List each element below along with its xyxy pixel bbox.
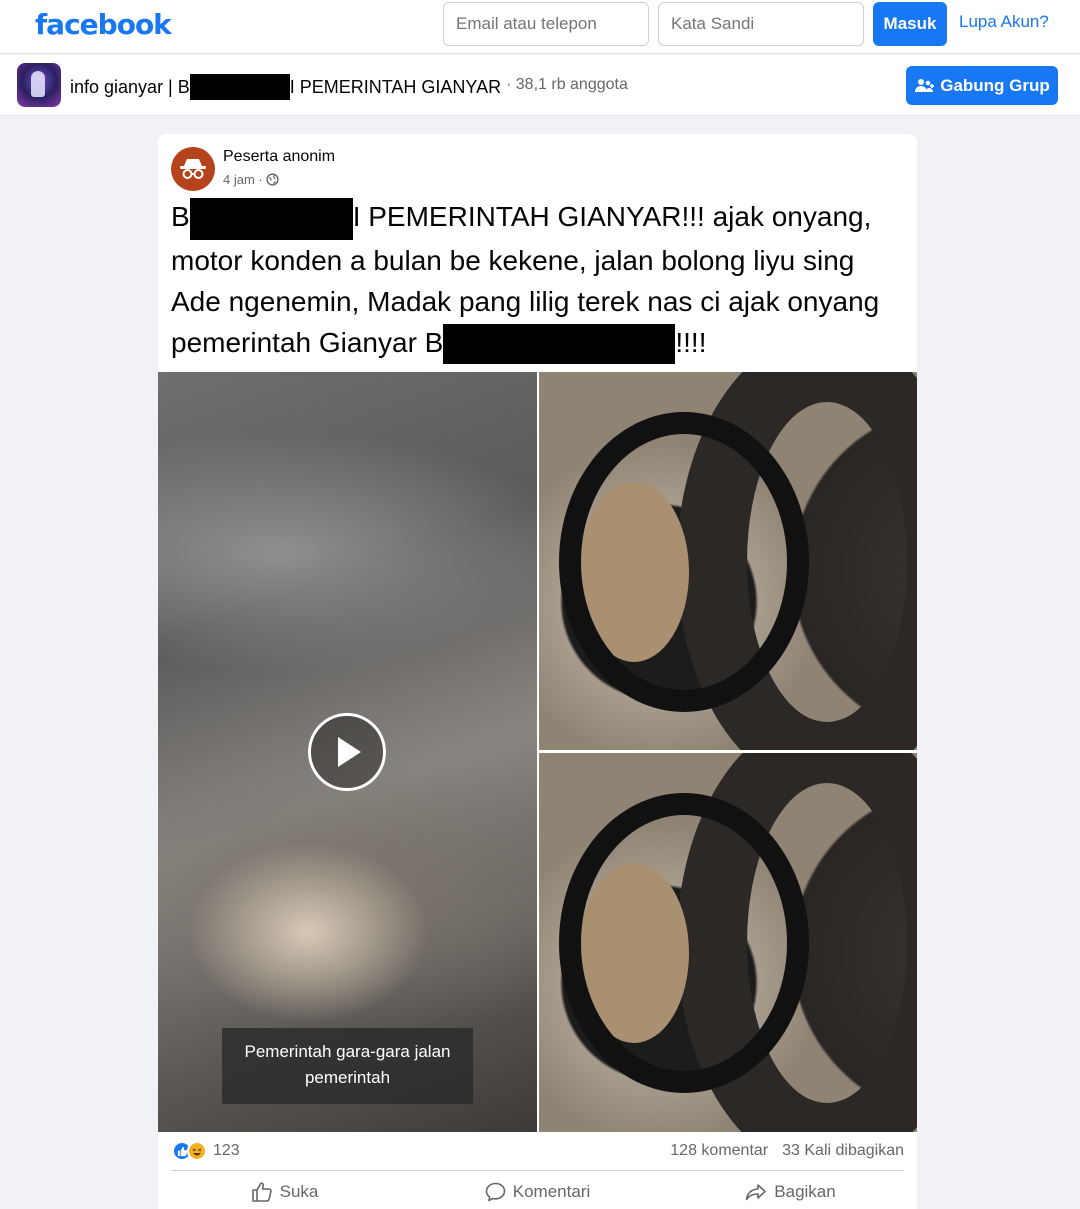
- comment-count[interactable]: 128 komentar: [670, 1142, 768, 1160]
- group-icon: [915, 78, 935, 92]
- comment-icon: [485, 1182, 506, 1201]
- engagement-counts: 128 komentar 33 Kali dibagikan: [670, 1142, 904, 1160]
- share-label: Bagikan: [774, 1181, 836, 1201]
- top-navbar: facebook Masuk Lupa Akun?: [0, 0, 1080, 54]
- like-button[interactable]: Suka: [158, 1174, 411, 1209]
- play-icon[interactable]: [308, 713, 386, 791]
- post-stats: 123 128 komentar 33 Kali dibagikan: [158, 1132, 917, 1170]
- join-group-button[interactable]: Gabung Grup: [906, 66, 1058, 105]
- group-header: info gianyar | B I PEMERINTAH GIANYAR · 3…: [0, 55, 1080, 116]
- comment-button[interactable]: Komentari: [411, 1174, 664, 1209]
- join-group-label: Gabung Grup: [940, 75, 1050, 95]
- post-text-part-3: !!!!: [675, 326, 707, 358]
- comment-label: Komentari: [512, 1181, 591, 1201]
- post-photo[interactable]: [539, 753, 917, 1132]
- globe-icon: [266, 173, 279, 186]
- like-label: Suka: [279, 1181, 319, 1201]
- haha-reaction-icon: [187, 1141, 207, 1161]
- login-button[interactable]: Masuk: [873, 2, 947, 46]
- wheel-rim-shape: [559, 793, 809, 1093]
- group-member-count: · 38,1 rb anggota: [506, 76, 628, 93]
- redaction-bar: [443, 324, 676, 365]
- share-button[interactable]: Bagikan: [664, 1174, 917, 1209]
- share-count[interactable]: 33 Kali dibagikan: [782, 1142, 904, 1160]
- post-timestamp[interactable]: 4 jam ·: [223, 172, 279, 187]
- post-card: Peserta anonim 4 jam · BI PEMERINTAH GIA…: [158, 134, 917, 1209]
- video-thumbnail[interactable]: Pemerintah gara-gara jalan pemerintah: [158, 372, 537, 1132]
- forgot-account-link[interactable]: Lupa Akun?: [959, 12, 1049, 32]
- reaction-count: 123: [213, 1142, 240, 1159]
- password-field[interactable]: [658, 2, 864, 46]
- divider: [171, 1170, 904, 1171]
- video-caption: Pemerintah gara-gara jalan pemerintah: [222, 1028, 473, 1104]
- post-photo[interactable]: [539, 372, 917, 750]
- group-name-prefix: info gianyar | B: [70, 76, 190, 97]
- thumbs-up-icon: [251, 1181, 272, 1202]
- post-text: BI PEMERINTAH GIANYAR!!! ajak onyang, mo…: [171, 196, 906, 365]
- post-time-label: 4 jam ·: [223, 172, 263, 187]
- post-media-grid: Pemerintah gara-gara jalan pemerintah: [158, 372, 917, 1132]
- group-name[interactable]: info gianyar | B I PEMERINTAH GIANYAR: [70, 74, 501, 100]
- redaction-bar: [189, 74, 290, 100]
- group-avatar[interactable]: [17, 63, 61, 107]
- post-author[interactable]: Peserta anonim: [223, 148, 335, 166]
- email-field[interactable]: [443, 2, 649, 46]
- wheel-rim-shape: [559, 412, 809, 712]
- share-icon: [745, 1183, 767, 1200]
- post-actions: Suka Komentari Bagikan: [158, 1174, 917, 1209]
- reactions-summary[interactable]: 123: [172, 1141, 240, 1161]
- facebook-logo[interactable]: facebook: [35, 8, 172, 41]
- anonymous-avatar-icon[interactable]: [171, 147, 215, 191]
- post-text-part-1: B: [171, 201, 190, 232]
- redaction-bar: [189, 197, 353, 240]
- group-name-suffix: I PEMERINTAH GIANYAR: [289, 76, 502, 97]
